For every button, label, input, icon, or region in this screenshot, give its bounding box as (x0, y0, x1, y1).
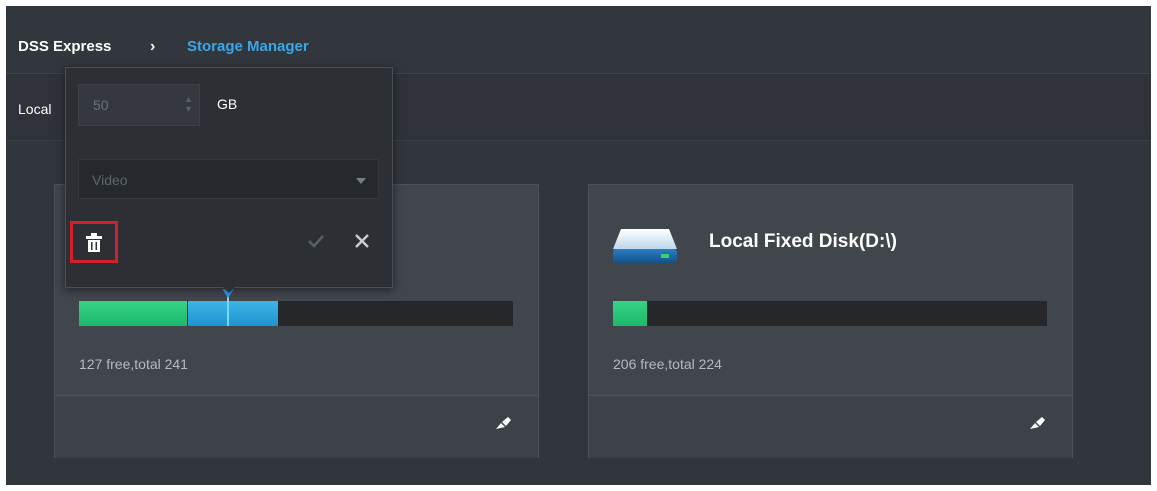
popup-pointer (221, 285, 237, 293)
disk-free-text: 206 free,total 224 (613, 356, 722, 372)
cancel-close-icon[interactable] (354, 233, 370, 254)
usage-segment-green (613, 301, 647, 326)
delete-button[interactable] (70, 221, 118, 263)
storage-type-select[interactable]: Video (78, 159, 379, 199)
header-bar: DSS Express › Storage Manager (6, 6, 1151, 74)
breadcrumb-current: Storage Manager (187, 38, 309, 55)
storage-manager-window: DSS Express › Storage Manager Local \) 1… (6, 6, 1151, 485)
disk-usage-bar (613, 301, 1047, 326)
disk-card-footer (589, 395, 1072, 458)
disk-usage-bar (79, 301, 513, 326)
confirm-check-icon[interactable] (307, 234, 325, 253)
usage-segment-blue (188, 301, 278, 326)
usage-segment-green (79, 301, 187, 326)
storage-type-value: Video (92, 172, 128, 188)
disk-card-2: Local Fixed Disk(D:\) 206 free,total 224 (588, 184, 1073, 458)
allocation-popup: 50 ▲ ▼ GB Video (65, 67, 393, 288)
tab-local[interactable]: Local (18, 101, 51, 117)
breadcrumb-app[interactable]: DSS Express (18, 38, 111, 55)
edit-icon[interactable] (494, 416, 512, 435)
caret-down-icon (356, 178, 366, 184)
size-input[interactable]: 50 ▲ ▼ (78, 84, 200, 126)
disk-card-footer (55, 395, 538, 458)
disk-free-text: 127 free,total 241 (79, 356, 188, 372)
disk-title: Local Fixed Disk(D:\) (709, 231, 897, 252)
size-input-value: 50 (93, 97, 109, 113)
hard-disk-icon (611, 225, 681, 272)
edit-icon[interactable] (1028, 416, 1046, 435)
breadcrumb-separator-icon: › (150, 38, 156, 55)
spinner-icon[interactable]: ▲ ▼ (184, 94, 193, 114)
size-unit-label: GB (217, 96, 238, 112)
trash-icon (86, 233, 102, 252)
